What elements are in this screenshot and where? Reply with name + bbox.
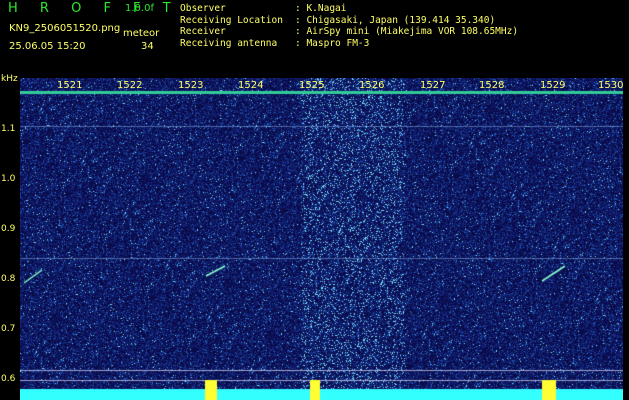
x-tick-label: 1528 <box>479 80 505 91</box>
y-tick-label: 0.9 <box>1 224 16 234</box>
x-tick-label: 1526 <box>359 80 385 91</box>
x-tick-label: 1530 <box>598 80 624 91</box>
station-info: Observer : K.Nagai Receiving Location : Ch… <box>180 3 518 49</box>
x-tick-label: 1522 <box>117 80 143 91</box>
header-panel: H R O F F T 1.0.0f KN9_2506051520.png me… <box>0 0 629 78</box>
info-key: Receiving antenna <box>180 37 278 49</box>
mode-label: meteor <box>123 28 160 39</box>
info-key: Receiver <box>180 26 226 37</box>
y-tick-label: 1.0 <box>1 174 16 184</box>
x-tick-label: 1525 <box>299 80 325 91</box>
file-name: KN9_2506051520.png <box>9 23 121 34</box>
info-value: : Chigasaki, Japan (139.414 35.340) <box>295 14 496 26</box>
y-tick-label: 0.8 <box>1 274 16 284</box>
right-margin <box>623 78 629 400</box>
x-tick-label: 1527 <box>420 80 446 91</box>
spectrogram-canvas <box>20 78 623 400</box>
y-axis-unit: kHz <box>1 74 18 84</box>
info-row-receiver: Receiver : AirSpy mini (Miakejima VOR 108… <box>180 26 518 38</box>
x-tick-label: 1524 <box>238 80 264 91</box>
x-tick-label: 1523 <box>178 80 204 91</box>
info-row-observer: Observer : K.Nagai <box>180 3 518 15</box>
spectrogram <box>20 78 623 400</box>
app-version: 1.0.0f <box>125 3 154 14</box>
meteor-count: 34 <box>141 41 154 52</box>
y-tick-label: 0.6 <box>1 374 16 384</box>
info-value: : Maspro FM-3 <box>295 37 370 49</box>
capture-datetime: 25.06.05 15:20 <box>9 41 86 52</box>
info-value: : AirSpy mini (Miakejima VOR 108.65MHz) <box>295 26 519 37</box>
info-key: Observer <box>180 3 226 14</box>
x-tick-label: 1521 <box>57 80 83 91</box>
y-tick-label: 0.7 <box>1 324 16 334</box>
info-value: : K.Nagai <box>295 3 347 14</box>
info-row-location: Receiving Location : Chigasaki, Japan (13… <box>180 15 518 27</box>
y-tick-label: 1.1 <box>1 124 16 134</box>
info-row-antenna: Receiving antenna : Maspro FM-3 <box>180 38 518 50</box>
info-key: Receiving Location <box>180 14 283 26</box>
x-tick-label: 1529 <box>540 80 566 91</box>
